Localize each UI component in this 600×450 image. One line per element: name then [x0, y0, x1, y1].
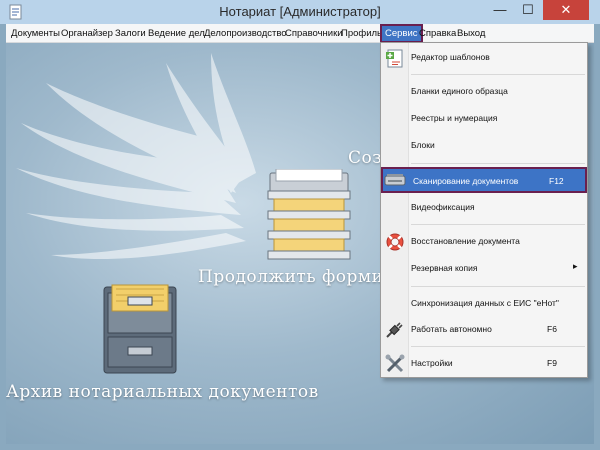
app-window: Нотариат [Администратор] — ☐ ✕ Документы…: [0, 0, 600, 450]
menu-item-work-offline[interactable]: Работать автономно F6: [381, 317, 587, 343]
menu-item-label: Синхронизация данных с ЕИС "еНот": [411, 298, 559, 308]
plug-icon: [386, 322, 403, 338]
menu-item-backup-copy[interactable]: Резервная копия ▸: [381, 256, 587, 282]
menu-office-work[interactable]: Делопроизводство: [201, 24, 290, 43]
maximize-button[interactable]: ☐: [514, 0, 542, 20]
menu-item-label: Бланки единого образца: [411, 86, 508, 96]
menu-exit[interactable]: Выход: [454, 24, 488, 43]
wing-background-image: [16, 53, 256, 260]
menu-item-video-recording[interactable]: Видеофиксация: [381, 195, 587, 221]
title-bar: Нотариат [Администратор] — ☐ ✕: [0, 0, 600, 24]
menu-references[interactable]: Справочники: [282, 24, 346, 43]
menu-item-blocks[interactable]: Блоки: [381, 133, 587, 159]
menu-pledges[interactable]: Залоги: [112, 24, 149, 43]
template-editor-icon: [386, 49, 403, 68]
menu-item-label: Реестры и нумерация: [411, 113, 498, 123]
menu-item-uniform-blanks[interactable]: Бланки единого образца: [381, 79, 587, 105]
scanner-icon: [384, 174, 406, 186]
menu-item-shortcut: F12: [549, 176, 564, 186]
menu-item-sync-eis[interactable]: Синхронизация данных с ЕИС "еНот": [381, 291, 587, 317]
menu-item-template-editor[interactable]: Редактор шаблонов: [381, 45, 587, 71]
menu-separator: [411, 224, 585, 225]
lifebuoy-icon: [386, 233, 404, 251]
menu-separator: [411, 163, 585, 164]
menu-organizer[interactable]: Органайзер: [58, 24, 116, 43]
minimize-button[interactable]: —: [486, 0, 514, 20]
menu-item-label: Видеофиксация: [411, 202, 475, 212]
menu-item-shortcut: F6: [547, 324, 557, 334]
menu-separator: [411, 346, 585, 347]
close-button[interactable]: ✕: [543, 0, 589, 20]
menu-item-label: Настройки: [411, 358, 453, 368]
menu-case-management[interactable]: Ведение дел: [145, 24, 208, 43]
notarial-archive-label[interactable]: Архив нотариальных документов: [6, 382, 319, 402]
menu-item-label: Редактор шаблонов: [411, 52, 490, 62]
menu-item-label: Восстановление документа: [411, 236, 520, 246]
menu-profile[interactable]: Профиль: [338, 24, 385, 43]
menu-item-label: Сканирование документов: [413, 176, 519, 186]
menu-item-settings[interactable]: Настройки F9: [381, 351, 587, 377]
service-dropdown-menu: Редактор шаблонов Бланки единого образца…: [380, 42, 588, 378]
tools-icon: [385, 354, 405, 373]
menu-separator: [411, 286, 585, 287]
menu-item-shortcut: F9: [547, 358, 557, 368]
menu-documents[interactable]: Документы: [8, 24, 63, 43]
menu-item-scan-documents[interactable]: Сканирование документов F12: [381, 167, 587, 193]
menu-separator: [411, 74, 585, 75]
menu-item-label: Блоки: [411, 140, 435, 150]
menu-item-restore-document[interactable]: Восстановление документа: [381, 229, 587, 255]
menu-bar: Документы Органайзер Залоги Ведение дел …: [6, 24, 594, 43]
document-trays-icon[interactable]: [264, 169, 354, 261]
file-cabinet-icon[interactable]: [100, 283, 180, 375]
menu-item-label: Резервная копия: [411, 263, 478, 273]
create-document-label[interactable]: Соз: [348, 148, 382, 168]
menu-help[interactable]: Справка: [416, 24, 459, 43]
menu-item-registers-numbering[interactable]: Реестры и нумерация: [381, 106, 587, 132]
menu-item-label: Работать автономно: [411, 324, 492, 334]
submenu-arrow-icon: ▸: [573, 261, 578, 271]
